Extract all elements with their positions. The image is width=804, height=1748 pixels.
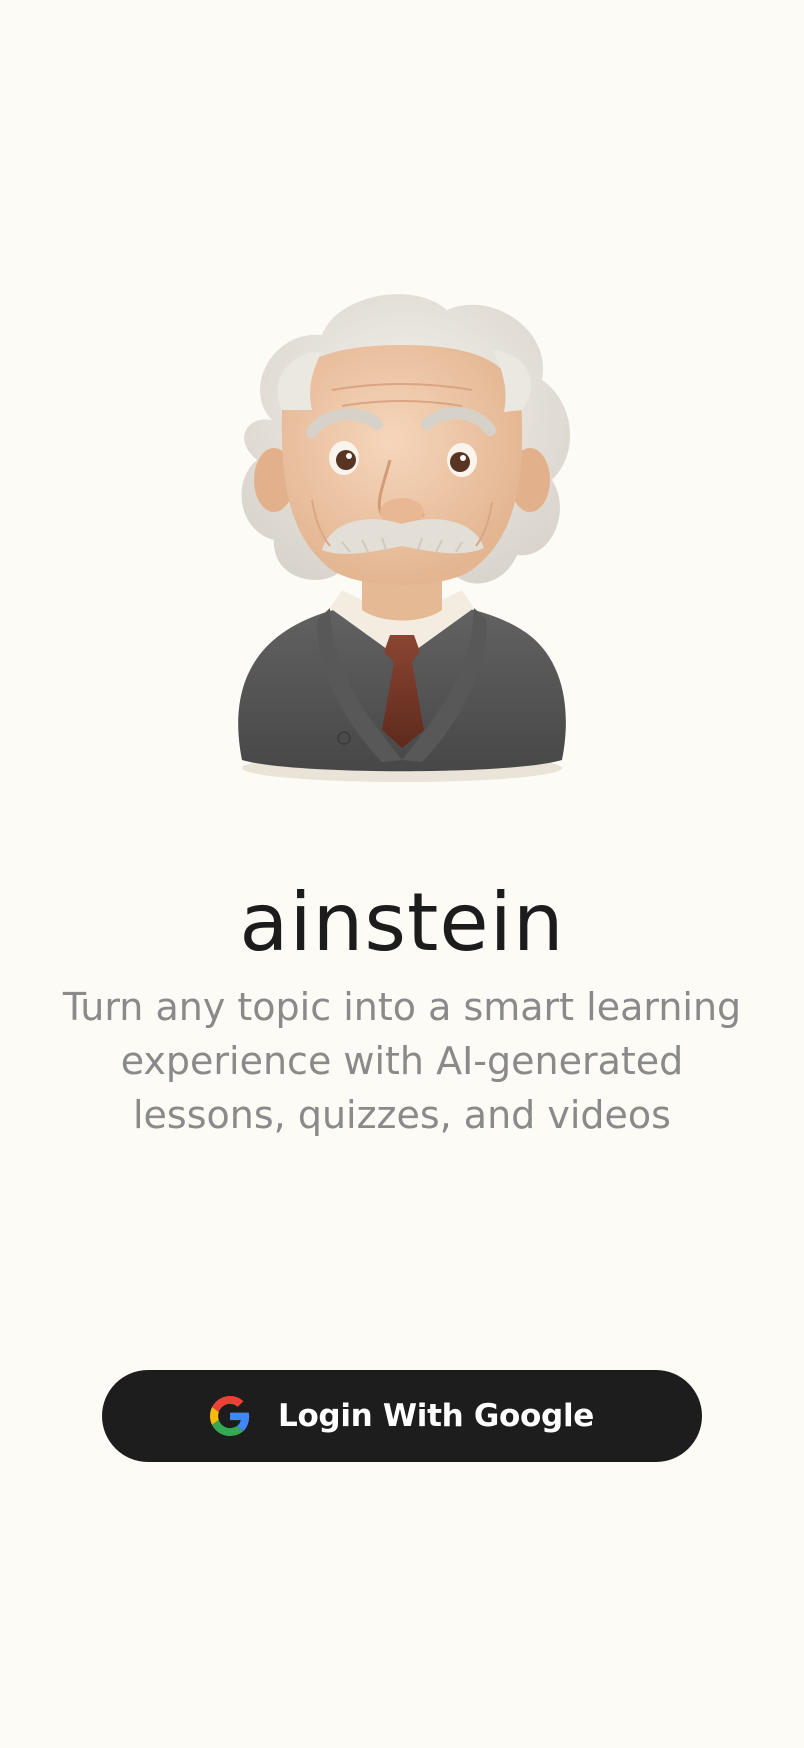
app-tagline: Turn any topic into a smart learning exp… bbox=[62, 985, 742, 1137]
login-button-label: Login With Google bbox=[277, 1398, 594, 1434]
login-screen: ainstein Turn any topic into a smart lea… bbox=[0, 0, 804, 1748]
login-with-google-button[interactable]: Login With Google bbox=[102, 1370, 702, 1462]
app-title: ainstein bbox=[239, 876, 565, 969]
einstein-avatar bbox=[238, 294, 571, 782]
google-icon bbox=[209, 1396, 250, 1436]
